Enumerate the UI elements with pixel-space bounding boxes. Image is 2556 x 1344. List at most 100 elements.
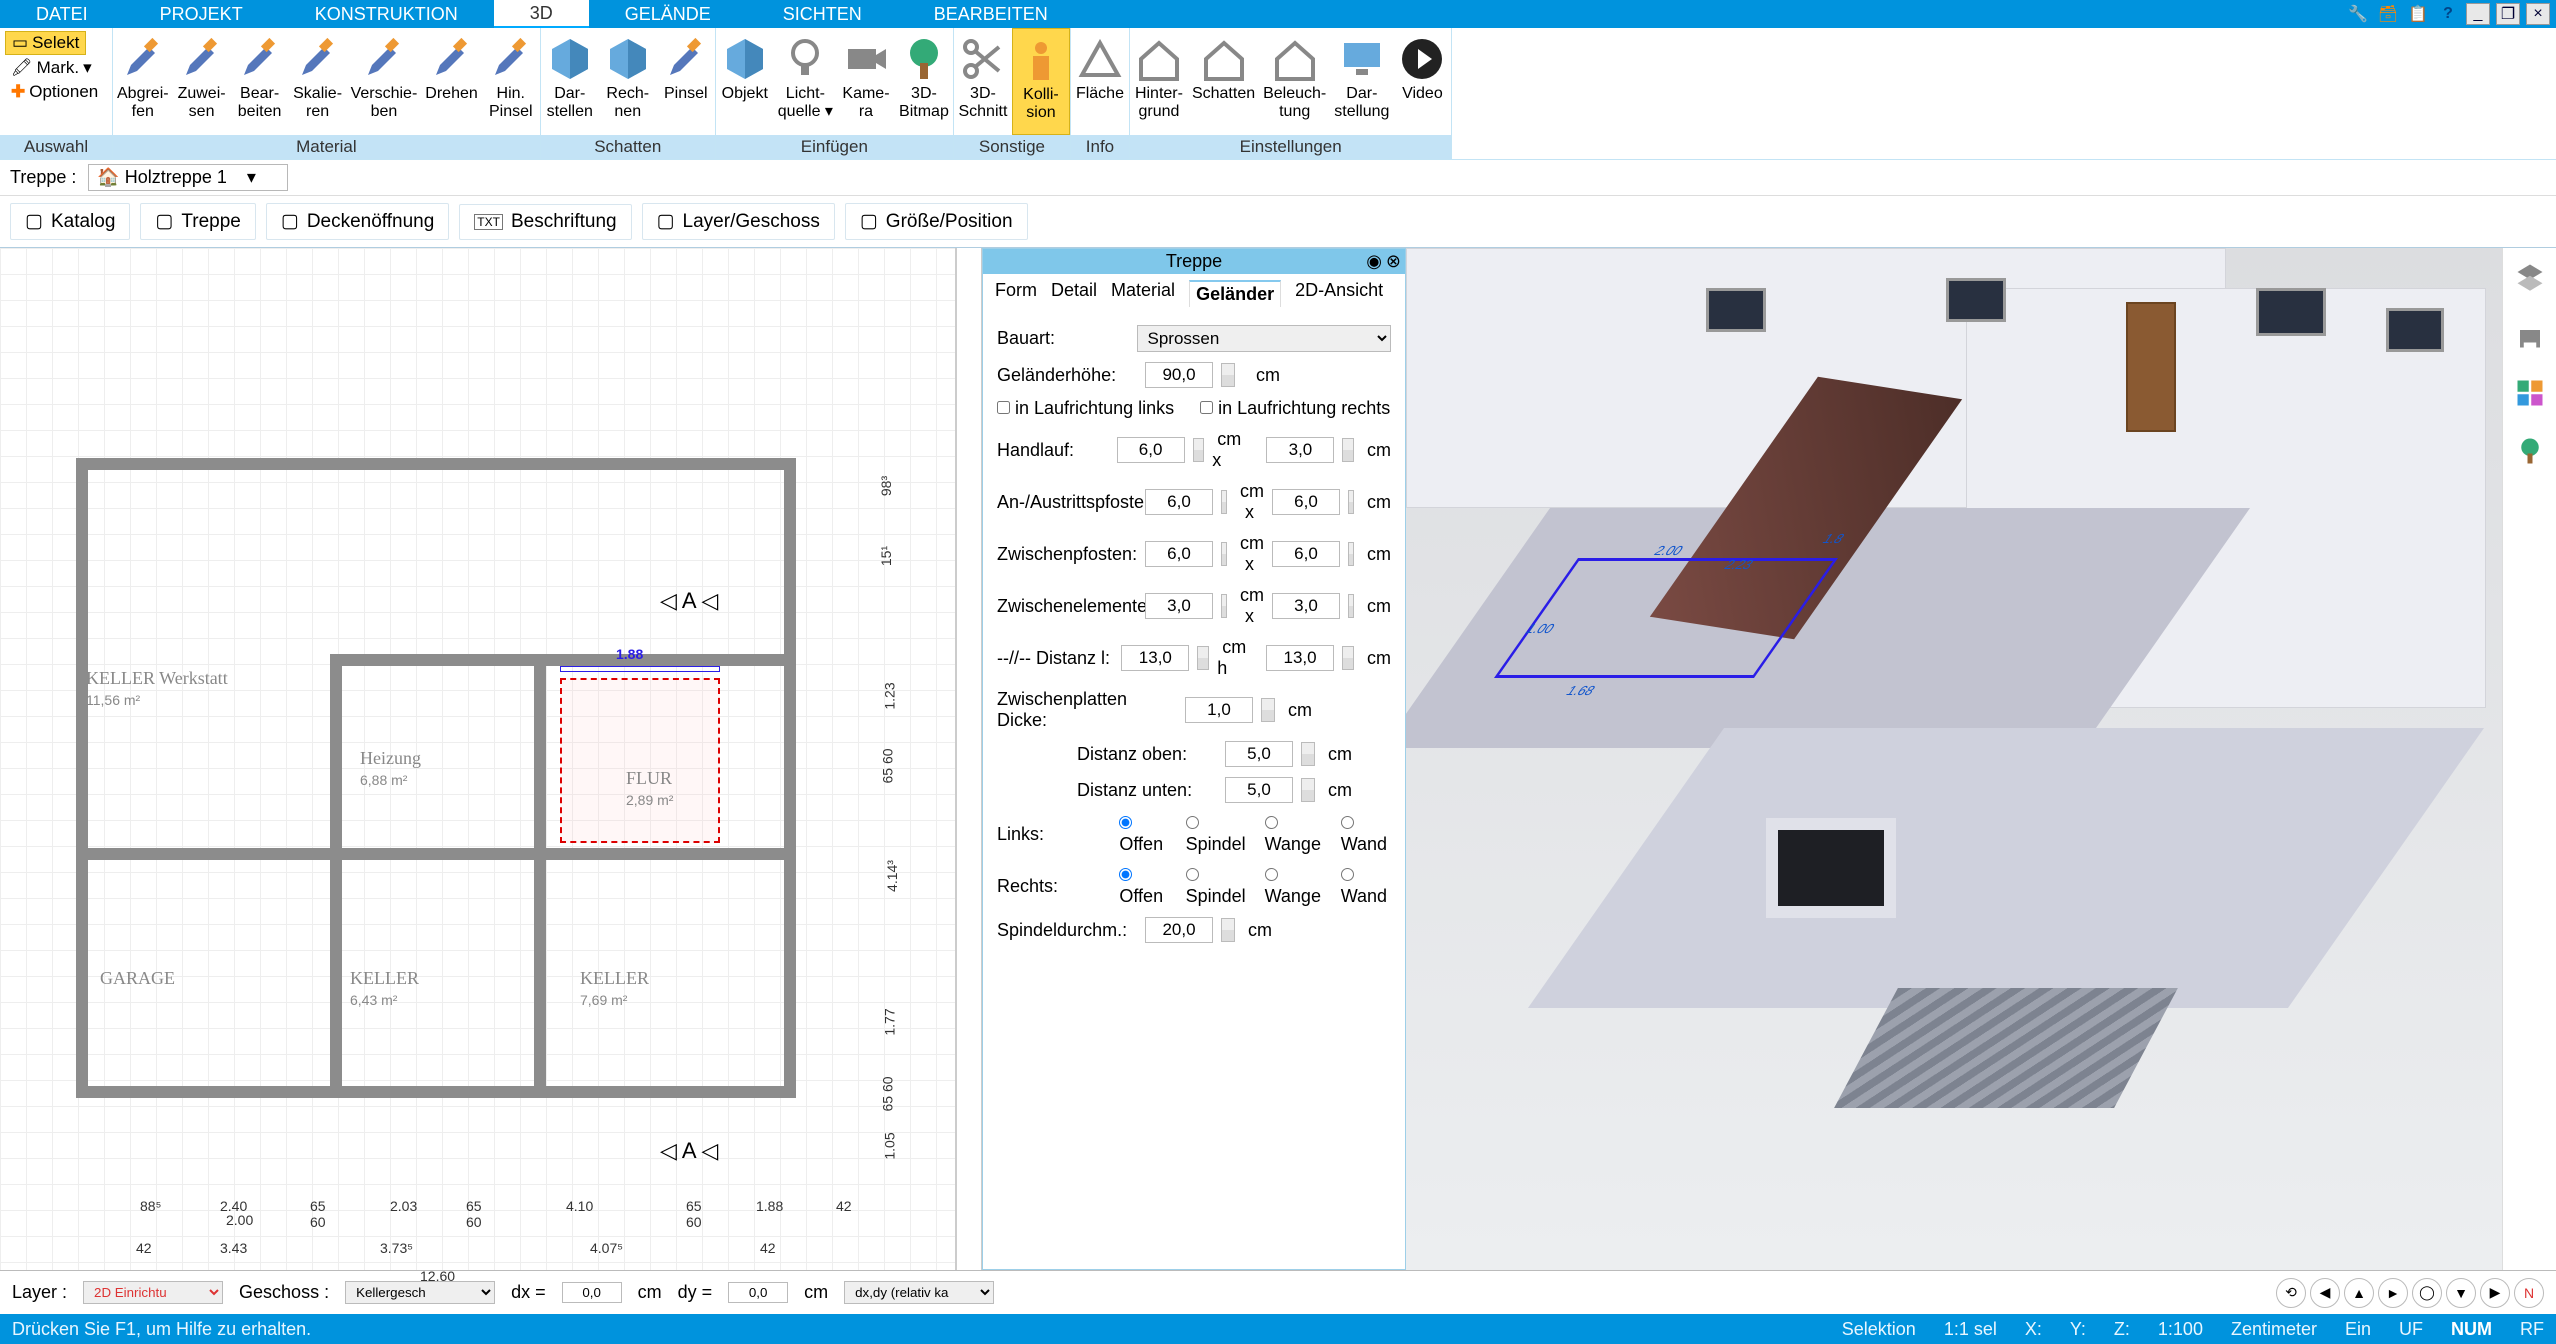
ribbon-pinsel[interactable]: Pinsel	[657, 28, 715, 135]
nav-play-icon[interactable]: ►	[2378, 1278, 2408, 1308]
dim-input-a[interactable]	[1145, 541, 1213, 567]
nav-left-icon[interactable]: ◀	[2310, 1278, 2340, 1308]
dialog-close-icon[interactable]: ⊗	[1386, 251, 1401, 272]
mode-select[interactable]: dx,dy (relativ ka	[844, 1281, 994, 1304]
spinner-icon[interactable]	[1221, 363, 1235, 387]
rechts-checkbox[interactable]	[1200, 401, 1213, 414]
spinner-icon[interactable]	[1221, 918, 1235, 942]
spinner-icon[interactable]	[1221, 594, 1227, 618]
ribbon-beleuchtung[interactable]: Beleuch- tung	[1259, 28, 1330, 135]
furniture-icon[interactable]	[2513, 320, 2547, 350]
ribbon-darstellen[interactable]: Dar- stellen	[541, 28, 599, 135]
spindel-input[interactable]	[1145, 917, 1213, 943]
spinner-icon[interactable]	[1193, 438, 1205, 462]
hoehe-input[interactable]	[1145, 362, 1213, 388]
nav-north-icon[interactable]: N	[2514, 1278, 2544, 1308]
menu-bearbeiten[interactable]: BEARBEITEN	[898, 0, 1084, 28]
nav-refresh-icon[interactable]: ⟲	[2276, 1278, 2306, 1308]
ribbon-3dschnitt[interactable]: 3D- Schnitt	[954, 28, 1012, 135]
nav-right-icon[interactable]: ▶	[2480, 1278, 2510, 1308]
spinner-icon[interactable]	[1348, 542, 1354, 566]
spinner-icon[interactable]	[1221, 542, 1227, 566]
ribbon-kamera[interactable]: Kame- ra	[837, 28, 895, 135]
ribbon-hintergrund[interactable]: Hinter- grund	[1130, 28, 1188, 135]
stair-selection-2d[interactable]	[560, 678, 720, 843]
stair-handle-2d[interactable]	[560, 666, 720, 672]
ribbon-drehen[interactable]: Drehen	[421, 28, 481, 135]
dialog-tab-geländer[interactable]: Geländer	[1189, 280, 1281, 307]
ribbon-skalieren[interactable]: Skalie- ren	[289, 28, 347, 135]
dim-input-b[interactable]	[1272, 541, 1340, 567]
radio-rechts-spindel[interactable]: Spindel	[1186, 865, 1247, 907]
radio-links-offen[interactable]: Offen	[1119, 813, 1167, 855]
radio-rechts-offen[interactable]: Offen	[1119, 865, 1167, 907]
dim-input-a[interactable]	[1145, 489, 1213, 515]
ribbon-bearbeiten[interactable]: Bear- beiten	[231, 28, 289, 135]
geschoss-select[interactable]: Kellergesch	[345, 1281, 495, 1304]
close-button[interactable]: ×	[2526, 3, 2550, 25]
menu-sichten[interactable]: SICHTEN	[747, 0, 898, 28]
links-checkbox[interactable]	[997, 401, 1010, 414]
toolbar-deckenöffnung[interactable]: ▢Deckenöffnung	[266, 203, 449, 240]
ribbon-video[interactable]: Video	[1393, 28, 1451, 135]
ribbon-selekt[interactable]: ▭ Selekt	[5, 31, 86, 55]
toolbar-layer-geschoss[interactable]: ▢Layer/Geschoss	[642, 203, 835, 240]
layer-select[interactable]: 2D Einrichtu	[83, 1281, 223, 1304]
menu-gelaende[interactable]: GELÄNDE	[589, 0, 747, 28]
dialog-tab-form[interactable]: Form	[995, 280, 1037, 307]
dim-input-b[interactable]	[1266, 437, 1334, 463]
ribbon-mark[interactable]: 🖍 Mark. ▾	[5, 57, 98, 79]
view-3d[interactable]: 1.00 2.00 2.23 1.68 1.8	[1406, 248, 2502, 1270]
ribbon-abgreifen[interactable]: Abgrei- fen	[113, 28, 173, 135]
dim-input-a[interactable]	[1145, 593, 1213, 619]
minimize-button[interactable]: _	[2466, 3, 2490, 25]
dialog-tab-detail[interactable]: Detail	[1051, 280, 1097, 307]
palette-icon[interactable]	[2513, 378, 2547, 408]
dx-input[interactable]	[562, 1282, 622, 1303]
dim-input-b[interactable]	[1272, 593, 1340, 619]
spinner-icon[interactable]	[1221, 490, 1227, 514]
dialog-tab-2d-ansicht[interactable]: 2D-Ansicht	[1295, 280, 1383, 307]
dim-input-b[interactable]	[1272, 489, 1340, 515]
box-icon[interactable]: 🗃	[2376, 3, 2400, 25]
dialog-pin-icon[interactable]: ◉	[1366, 251, 1382, 272]
spinner-icon[interactable]	[1342, 438, 1354, 462]
doben-input[interactable]	[1225, 741, 1293, 767]
ribbon-hin.pinsel[interactable]: Hin. Pinsel	[482, 28, 540, 135]
dim-input-a[interactable]	[1121, 645, 1189, 671]
treppe-dropdown[interactable]: 🏠 Holztreppe 1 ▾	[88, 164, 288, 191]
ribbon-kollision[interactable]: Kolli- sion	[1012, 28, 1070, 135]
radio-rechts-wange[interactable]: Wange	[1265, 865, 1323, 907]
ribbon-optionen[interactable]: ✚ Optionen	[5, 81, 104, 103]
restore-button[interactable]: ❐	[2496, 3, 2520, 25]
status-ein[interactable]: Ein	[2345, 1319, 2371, 1340]
ribbon-lichtquelle[interactable]: Licht- quelle ▾	[774, 28, 837, 135]
menu-projekt[interactable]: PROJEKT	[124, 0, 279, 28]
tree-icon[interactable]	[2513, 436, 2547, 466]
clipboard-icon[interactable]: 📋	[2406, 3, 2430, 25]
status-rf[interactable]: RF	[2520, 1319, 2544, 1340]
status-uf[interactable]: UF	[2399, 1319, 2423, 1340]
nav-down-icon[interactable]: ▼	[2446, 1278, 2476, 1308]
dialog-tab-material[interactable]: Material	[1111, 280, 1175, 307]
zplatten-input[interactable]	[1185, 697, 1253, 723]
menu-3d[interactable]: 3D	[494, 0, 589, 28]
toolbar-größe-position[interactable]: ▢Größe/Position	[845, 203, 1028, 240]
spinner-icon[interactable]	[1197, 646, 1209, 670]
ribbon-rechnen[interactable]: Rech- nen	[599, 28, 657, 135]
spinner-icon[interactable]	[1301, 778, 1315, 802]
toolbar-beschriftung[interactable]: TXTBeschriftung	[459, 204, 631, 240]
ribbon-schatten[interactable]: Schatten	[1188, 28, 1259, 135]
status-scale[interactable]: 1:100	[2158, 1319, 2203, 1340]
radio-links-spindel[interactable]: Spindel	[1186, 813, 1247, 855]
status-sel-ratio[interactable]: 1:1 sel	[1944, 1319, 1997, 1340]
ribbon-verschieben[interactable]: Verschie- ben	[347, 28, 422, 135]
spinner-icon[interactable]	[1342, 646, 1354, 670]
dy-input[interactable]	[728, 1282, 788, 1303]
ribbon-objekt[interactable]: Objekt	[716, 28, 774, 135]
status-num[interactable]: NUM	[2451, 1319, 2492, 1340]
help-icon[interactable]: ?	[2436, 3, 2460, 25]
dim-input-b[interactable]	[1266, 645, 1334, 671]
spinner-icon[interactable]	[1261, 698, 1275, 722]
bauart-select[interactable]: Sprossen	[1137, 325, 1391, 352]
